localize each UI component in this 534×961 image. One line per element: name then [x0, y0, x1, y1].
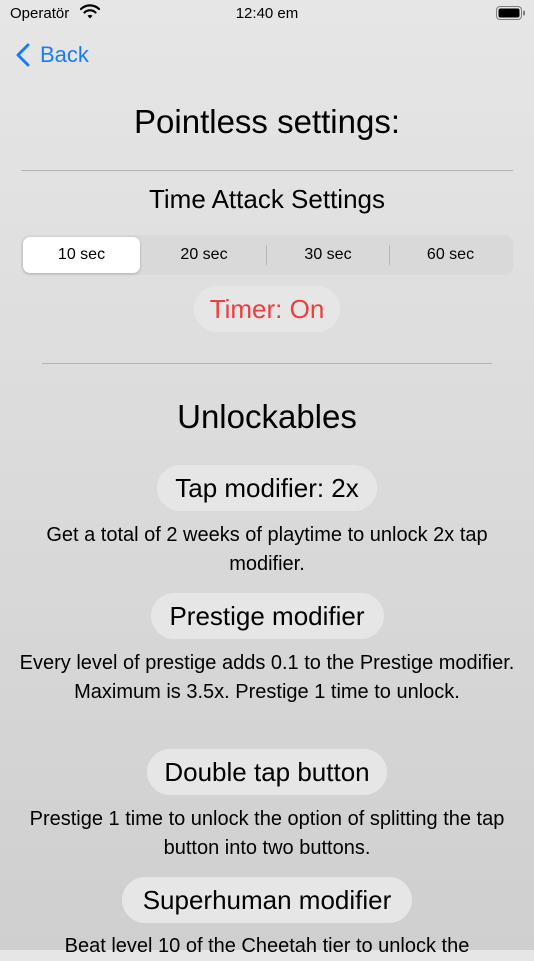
status-bar: Operatör 12:40 em	[0, 0, 534, 30]
tap-modifier-button[interactable]: Tap modifier: 2x	[157, 465, 377, 511]
status-time: 12:40 em	[235, 5, 299, 22]
tap-modifier-description: Get a total of 2 weeks of playtime to un…	[46, 524, 488, 575]
segment-30-sec[interactable]: 30 sec	[267, 237, 389, 273]
segment-20-sec[interactable]: 20 sec	[143, 237, 265, 273]
superhuman-modifier-button[interactable]: Superhuman modifier	[122, 877, 412, 923]
back-label: Back	[40, 42, 89, 67]
section-divider	[42, 363, 492, 364]
chevron-left-icon	[16, 43, 30, 67]
superhuman-modifier-description: Beat level 10 of the Cheetah tier to unl…	[64, 935, 470, 957]
double-tap-description: Prestige 1 time to unlock the option of …	[29, 808, 505, 859]
battery-icon	[496, 5, 526, 21]
prestige-modifier-description: Every level of prestige adds 0.1 to the …	[19, 652, 515, 703]
double-tap-button[interactable]: Double tap button	[147, 749, 387, 795]
unlockables-heading: Unlockables	[177, 398, 357, 435]
timer-toggle-button[interactable]: Timer: On	[194, 286, 340, 332]
back-button[interactable]: Back	[16, 38, 89, 72]
prestige-modifier-button[interactable]: Prestige modifier	[150, 593, 384, 639]
page-title: Pointless settings:	[134, 103, 400, 140]
segment-10-sec[interactable]: 10 sec	[23, 237, 140, 273]
segment-60-sec[interactable]: 60 sec	[390, 237, 511, 273]
title-divider	[21, 170, 513, 171]
duration-segmented-control: 10 sec 20 sec 30 sec 60 sec	[21, 235, 513, 275]
time-attack-heading: Time Attack Settings	[148, 184, 386, 214]
